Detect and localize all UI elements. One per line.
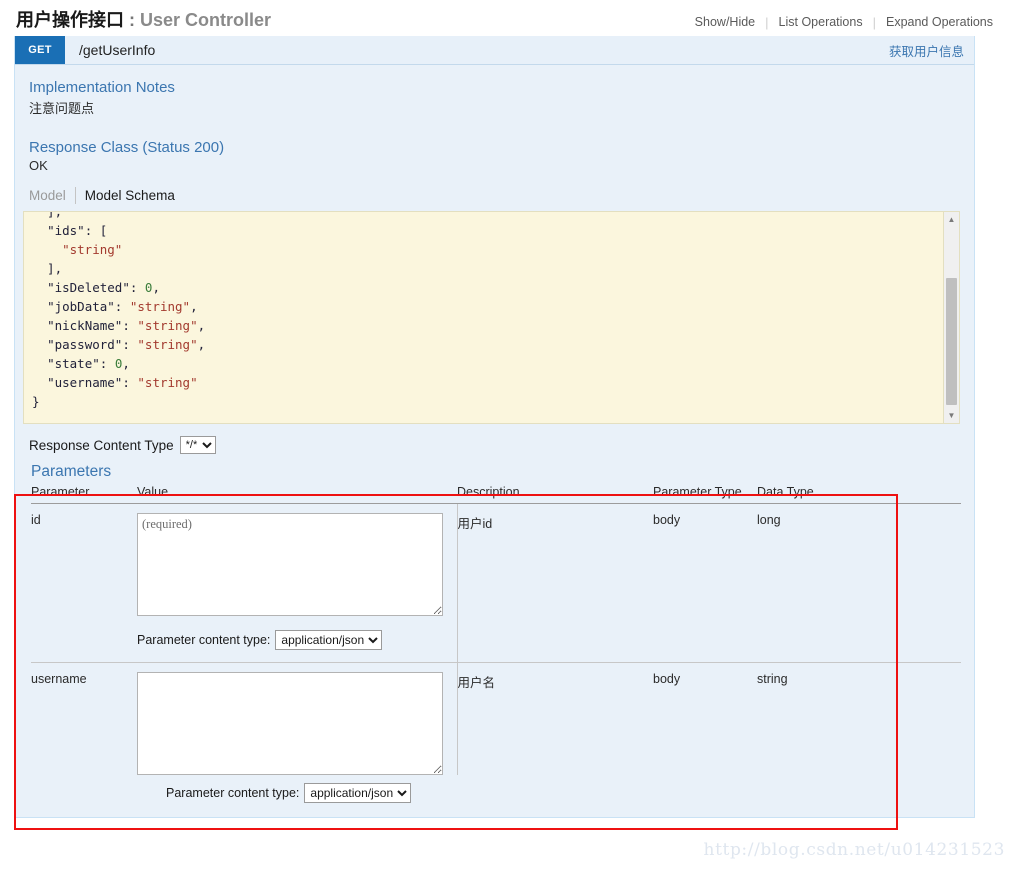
operation-block: GET /getUserInfo 获取用户信息 Implementation N… [14, 36, 975, 818]
table-row: id Parameter content type: application/j… [31, 504, 961, 663]
response-content-type-row: Response Content Type */* [29, 436, 974, 454]
resource-options: Show/Hide | List Operations | Expand Ope… [685, 15, 1003, 30]
scrollbar-thumb[interactable] [946, 278, 957, 405]
http-method-badge: GET [15, 36, 65, 64]
resource-title-en: User Controller [140, 10, 271, 30]
resource-title: 用户操作接口 : User Controller [16, 6, 271, 32]
response-content-type-label: Response Content Type [29, 438, 174, 453]
data-type-id: long [757, 504, 961, 663]
username-content-type-label: Parameter content type: [166, 786, 299, 800]
implementation-notes-text: 注意问题点 [29, 98, 974, 117]
response-content-type-select[interactable]: */* [180, 436, 216, 454]
parameter-name-id: id [31, 504, 137, 663]
id-content-type-label: Parameter content type: [137, 633, 270, 647]
table-row: username 用户名 body string [31, 663, 961, 776]
column-header-description: Description [457, 485, 653, 504]
scroll-up-icon[interactable]: ▲ [944, 212, 959, 227]
model-schema-code-block: ], "ids": [ "string" ], "isDeleted": 0, … [23, 211, 960, 424]
id-content-type-row: Parameter content type: application/json [137, 630, 457, 662]
operation-content: Implementation Notes 注意问题点 Response Clas… [15, 65, 974, 817]
watermark-text: http://blog.csdn.net/u014231523 [704, 840, 1005, 860]
operation-summary: 获取用户信息 [889, 36, 974, 64]
data-type-username: string [757, 663, 961, 776]
username-content-type-select[interactable]: application/json [304, 783, 411, 803]
implementation-notes-title: Implementation Notes [29, 79, 974, 96]
parameter-value-cell [137, 663, 457, 776]
username-content-type-row: Parameter content type: application/json [166, 783, 974, 803]
parameters-table: Parameter Value Description Parameter Ty… [31, 485, 961, 775]
parameter-type-id: body [653, 504, 757, 663]
parameter-value-cell: Parameter content type: application/json [137, 504, 457, 663]
model-tabs: Model Model Schema [29, 185, 974, 205]
tab-model[interactable]: Model [29, 188, 75, 203]
parameters-header-row: Parameter Value Description Parameter Ty… [31, 485, 961, 504]
spacer [15, 803, 974, 817]
column-header-parameter: Parameter [31, 485, 137, 504]
show-hide-link[interactable]: Show/Hide [685, 15, 765, 29]
operation-path[interactable]: /getUserInfo [65, 36, 155, 64]
username-value-input[interactable] [137, 672, 443, 775]
response-class-title: Response Class (Status 200) [29, 139, 974, 156]
parameters-heading: Parameters [31, 463, 974, 481]
resource-header: 用户操作接口 : User Controller Show/Hide | Lis… [0, 0, 1019, 30]
description-text: 用户名 [458, 676, 496, 690]
response-class-text: OK [29, 158, 974, 173]
spacer [15, 173, 974, 185]
column-header-value: Value [137, 485, 457, 504]
id-content-type-select[interactable]: application/json [275, 630, 382, 650]
parameter-name-username: username [31, 663, 137, 776]
expand-operations-link[interactable]: Expand Operations [876, 15, 1003, 29]
spacer [15, 117, 974, 139]
parameter-type-username: body [653, 663, 757, 776]
resource-title-colon: : [124, 10, 140, 30]
column-header-data-type: Data Type [757, 485, 961, 504]
id-value-input[interactable] [137, 513, 443, 616]
list-operations-link[interactable]: List Operations [769, 15, 873, 29]
operation-heading[interactable]: GET /getUserInfo 获取用户信息 [15, 36, 974, 65]
resource-title-cn: 用户操作接口 [16, 10, 124, 30]
code-scrollbar[interactable]: ▲ ▼ [943, 212, 959, 423]
scroll-down-icon[interactable]: ▼ [944, 408, 959, 423]
parameter-description-username: 用户名 [457, 663, 653, 776]
column-header-parameter-type: Parameter Type [653, 485, 757, 504]
tab-model-schema[interactable]: Model Schema [76, 188, 184, 203]
description-text: 用户id [458, 517, 493, 531]
parameter-description-id: 用户id [457, 504, 653, 663]
model-schema-code: ], "ids": [ "string" ], "isDeleted": 0, … [24, 211, 959, 411]
